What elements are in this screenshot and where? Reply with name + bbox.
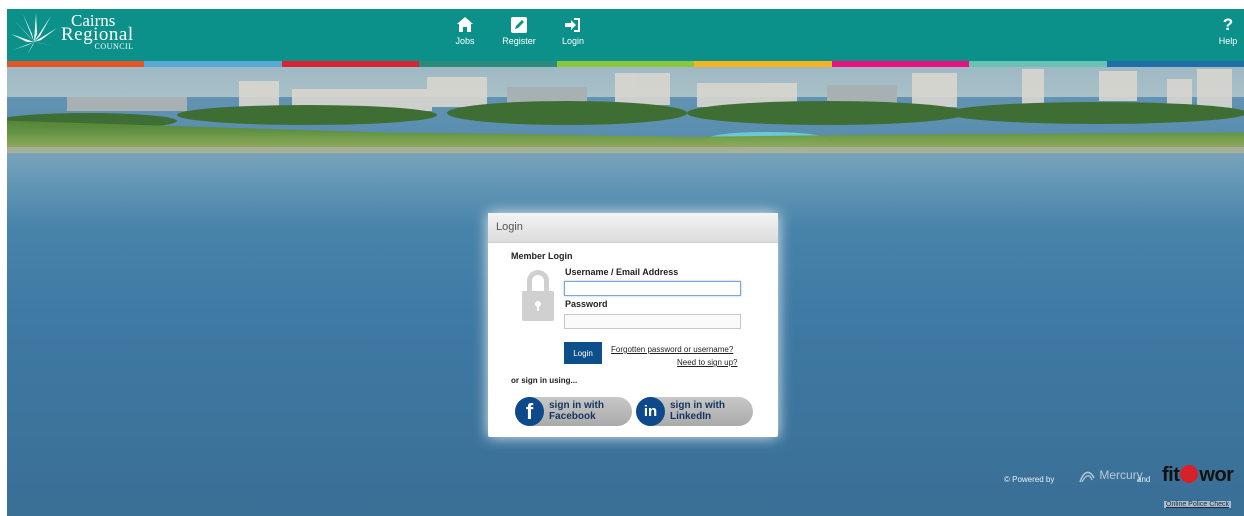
linkedin-line-1: sign in with (670, 400, 725, 411)
logo-text: Cairns Regional COUNCIL (59, 12, 134, 54)
top-bar: Cairns Regional COUNCIL Jobs Register Lo… (7, 9, 1244, 61)
mercury-logo[interactable]: Mercury (1078, 468, 1143, 484)
edit-icon (511, 17, 527, 33)
fit2work-logo[interactable]: fit wor (1162, 464, 1234, 487)
linkedin-sign-in-button[interactable]: in sign in with LinkedIn (636, 397, 753, 426)
help-icon: ? (1222, 15, 1234, 34)
work-text: wor (1199, 464, 1234, 486)
forgot-password-link[interactable]: Forgotten password or username? (611, 345, 733, 354)
page: Cairns Regional COUNCIL Jobs Register Lo… (7, 9, 1244, 516)
login-button[interactable]: Login (564, 342, 602, 364)
powered-by-label: © Powered by (1004, 475, 1055, 484)
facebook-icon: f (515, 397, 544, 426)
member-login-heading: Member Login (511, 251, 573, 261)
facebook-line-1: sign in with (549, 400, 604, 411)
fit-text: fit (1162, 464, 1180, 486)
facebook-sign-in-button[interactable]: f sign in with Facebook (515, 397, 632, 426)
help-label: Help (1218, 36, 1238, 46)
username-input[interactable] (564, 281, 741, 296)
password-input[interactable] (564, 314, 741, 329)
or-sign-in-label: or sign in using... (511, 376, 578, 385)
linkedin-button-text: sign in with LinkedIn (670, 400, 725, 422)
palm-leaf-icon (11, 13, 57, 55)
cairns-council-logo[interactable]: Cairns Regional COUNCIL (9, 11, 149, 57)
fit2work-badge-icon (1180, 464, 1199, 483)
username-label: Username / Email Address (565, 267, 679, 277)
linkedin-icon: in (636, 397, 665, 426)
help-button[interactable]: ? Help (1214, 15, 1242, 47)
online-police-check-link[interactable]: Online Police Check (1164, 501, 1232, 508)
nav-jobs-label: Jobs (455, 36, 475, 46)
nav-login[interactable]: Login (548, 16, 598, 46)
linkedin-line-2: LinkedIn (670, 411, 712, 422)
login-panel-title: Login (488, 213, 778, 243)
and-label: and (1137, 475, 1151, 484)
sign-up-link[interactable]: Need to sign up? (677, 358, 738, 367)
facebook-button-text: sign in with Facebook (549, 400, 604, 422)
login-icon (565, 18, 580, 32)
nav-jobs[interactable]: Jobs (440, 16, 490, 46)
lock-icon (522, 270, 554, 321)
nav-register-label: Register (502, 36, 536, 46)
home-icon (457, 17, 473, 32)
mercury-swirl-icon (1079, 471, 1095, 483)
login-panel: Login Member Login Username / Email Addr… (488, 213, 778, 437)
nav-register[interactable]: Register (494, 16, 544, 46)
password-label: Password (565, 299, 608, 309)
facebook-line-2: Facebook (549, 411, 596, 422)
nav-login-label: Login (561, 36, 585, 46)
